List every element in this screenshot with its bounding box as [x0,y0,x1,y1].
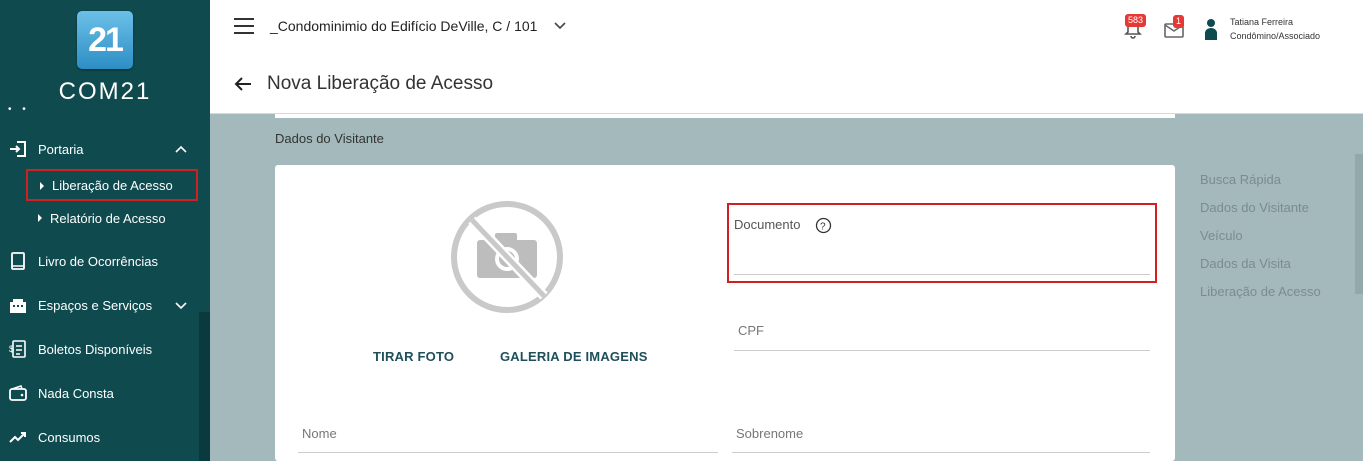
main-content: Dados do Visitante TIRAR FOTO GALERIA DE… [210,114,1363,461]
wallet-icon [8,383,28,403]
toc-busca-rapida[interactable]: Busca Rápida [1200,172,1281,187]
logo-text: COM21 [58,78,152,105]
notifications-button[interactable]: 583 [1124,14,1147,45]
sidebar-item-nada-consta[interactable]: Nada Consta [0,378,200,408]
toc-dados-visitante[interactable]: Dados do Visitante [1200,200,1309,215]
chevron-up-icon[interactable] [174,142,188,156]
sidebar-item-label: Boletos Disponíveis [38,341,153,357]
toc-veiculo[interactable]: Veículo [1200,228,1243,243]
building-icon [8,295,28,315]
previous-card-edge [275,114,1175,118]
sidebar-item-livro[interactable]: Livro de Ocorrências [0,246,200,276]
book-icon [8,251,28,271]
sidebar-subitem-label: Liberação de Acesso [52,177,173,193]
messages-badge: 1 [1173,15,1185,28]
sidebar-item-label: Portaria [38,141,84,157]
sidebar-item-consumos[interactable]: Consumos [0,422,200,452]
user-name[interactable]: Tatiana Ferreira [1230,17,1293,27]
sidebar-item-label: Livro de Ocorrências [38,253,158,269]
title-bar: Nova Liberação de Acesso [210,56,1363,114]
invoice-icon: $ [8,339,28,359]
svg-text:$: $ [9,344,14,354]
sidebar-subitem-label: Relatório de Acesso [50,210,166,226]
menu-icon[interactable] [234,18,254,34]
sidebar-item-boletos[interactable]: $ Boletos Disponíveis [0,334,200,364]
top-header: _Condominimio do Edifício DeVille, C / 1… [210,0,1363,56]
sidebar-item-espacos[interactable]: Espaços e Serviços [0,290,200,320]
sidebar-item-label: Nada Consta [38,385,114,401]
take-photo-button[interactable]: TIRAR FOTO [373,349,454,364]
cpf-field[interactable] [734,315,1150,351]
svg-text:?: ? [820,222,826,233]
gallery-button[interactable]: GALERIA DE IMAGENS [500,349,648,364]
caret-right-icon [38,214,42,222]
visitor-form-card: TIRAR FOTO GALERIA DE IMAGENS Documento … [275,165,1175,461]
sidebar-scrollbar[interactable] [199,312,210,461]
nome-field[interactable] [298,417,718,453]
user-avatar[interactable] [1204,18,1218,45]
user-role: Condômino/Associado [1230,31,1321,41]
sidebar-item-label: Consumos [38,429,101,445]
back-arrow-icon[interactable] [234,76,252,92]
documento-label: Documento [734,217,801,232]
section-title: Dados do Visitante [275,131,384,146]
notifications-badge: 583 [1125,14,1147,27]
chevron-down-icon[interactable] [174,298,188,312]
sidebar-item-label: Espaços e Serviços [38,297,153,313]
main-scrollbar[interactable] [1355,154,1363,294]
toc-liberacao-acesso[interactable]: Liberação de Acesso [1200,284,1321,299]
messages-button[interactable]: 1 [1164,15,1185,43]
sidebar-item-portaria[interactable]: Portaria [0,134,200,164]
help-icon[interactable]: ? [815,217,832,234]
logo-mark-text: 21 [88,21,124,59]
logo[interactable]: 21 COM21 [0,0,210,112]
chevron-down-icon[interactable] [552,20,568,32]
condo-selector[interactable]: _Condominimio do Edifício DeVille, C / 1… [270,18,537,34]
sidebar-subitem-relatorio[interactable]: Relatório de Acesso [26,203,166,233]
caret-right-icon [40,182,44,190]
toc-dados-visita[interactable]: Dados da Visita [1200,256,1291,271]
no-photo-icon [451,201,563,313]
sobrenome-field[interactable] [732,417,1150,453]
door-enter-icon [8,139,28,159]
more-dots-icon[interactable]: • • [8,104,30,115]
sidebar: 21 COM21 • • Portaria Liberação de Acess… [0,0,210,461]
documento-field[interactable] [734,240,1150,275]
trend-up-icon [8,427,28,447]
logo-mark: 21 [77,11,133,69]
user-icon [1205,19,1217,40]
sidebar-subitem-liberacao[interactable]: Liberação de Acesso [26,169,198,201]
page-title: Nova Liberação de Acesso [267,73,494,94]
